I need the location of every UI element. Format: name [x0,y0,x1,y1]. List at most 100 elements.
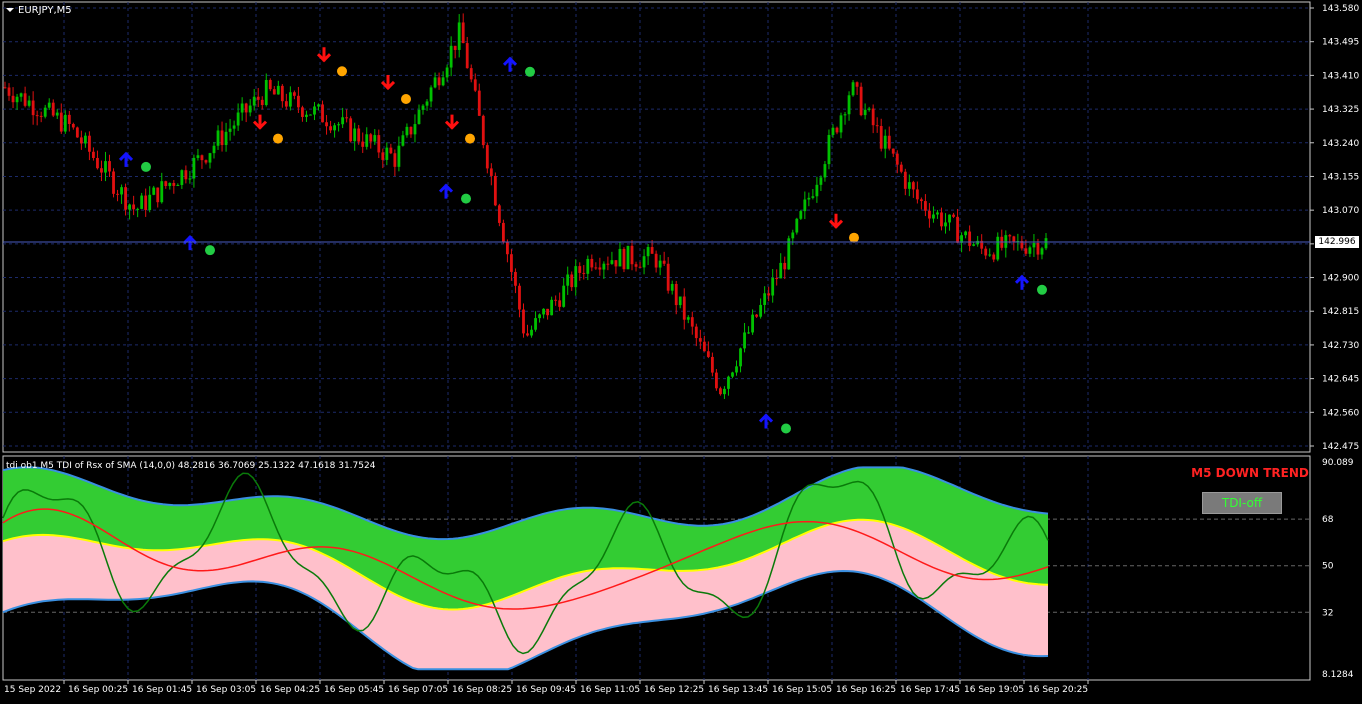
candle-body [417,109,421,125]
candle-body [244,103,248,113]
candle-body [485,145,489,169]
candle-body [554,299,558,301]
indicator-axis-label: 50 [1322,562,1334,572]
time-axis-label: 16 Sep 12:25 [644,685,704,695]
candle-body [763,293,767,305]
candle-body [735,366,738,373]
candle-body [216,130,220,146]
candle-body [180,170,184,185]
candle-body [855,82,859,87]
chart-window[interactable]: 143.580 143.495 143.410 143.325 143.240 143.1… [0,0,1362,700]
candle-body [321,104,324,123]
candle-body [550,299,554,316]
candle-body [445,67,449,78]
time-axis-label: 16 Sep 04:25 [260,685,320,695]
candle-body [3,87,7,89]
candle-body [723,388,726,395]
candle-body [606,263,610,265]
candle-body [297,95,300,108]
price-axis-label: 142.560 [1322,408,1359,418]
candle-body [944,222,947,227]
candle-body [280,85,284,102]
chart-canvas[interactable]: 143.580 143.495 143.410 143.325 143.240 143.1… [0,0,1362,700]
candle-body [353,128,357,142]
candle-body [88,135,91,152]
time-axis-label: 16 Sep 08:25 [452,685,512,695]
candle-body [739,348,742,367]
candle-body [79,137,83,144]
price-axis-label: 143.325 [1322,105,1359,115]
price-axis-label: 143.070 [1322,206,1359,216]
candle-body [755,314,759,317]
candle-body [694,326,698,339]
candle-body [988,254,992,256]
candle-body [823,164,827,178]
candle-body [875,125,879,127]
candle-body [325,122,328,127]
candle-body [469,68,473,80]
candle-body [690,317,694,327]
candle-body [212,145,216,154]
orange-dot-icon [465,133,475,144]
candle-body [369,134,373,142]
price-axis-label: 143.410 [1322,71,1359,81]
candle-body [124,187,127,210]
candle-body [747,332,750,334]
candle-body [751,314,754,333]
candle-body [815,184,819,197]
candle-body [968,231,972,246]
candle-body [948,214,951,223]
price-axis-label: 143.240 [1322,139,1359,149]
time-axis-label: 16 Sep 05:45 [324,685,384,695]
time-axis-label: 15 Sep 2022 [4,685,61,695]
candle-body [377,135,381,153]
time-axis-label: 16 Sep 20:25 [1028,685,1088,695]
candle-body [919,199,923,202]
candle-body [871,108,875,126]
candle-body [610,260,614,264]
candle-body [574,266,578,288]
indicator-axis-label: 8.1284 [1322,670,1354,680]
symbol-label: EURJPY,M5 [18,5,72,16]
candle-body [236,112,240,126]
candle-body [31,100,35,116]
candle-body [771,277,775,296]
candle-body [7,87,11,96]
candle-body [727,376,730,389]
candle-body [791,232,795,239]
candle-body [405,126,409,136]
candle-body [803,199,807,212]
candle-body [847,95,851,115]
candle-body [63,114,67,132]
candle-body [907,182,911,189]
candle-body [172,182,176,186]
candle-body [586,258,590,274]
candle-body [594,267,598,269]
candle-body [220,130,224,146]
candle-body [15,96,19,103]
candle-body [602,263,606,270]
candle-body [389,147,393,154]
candle-body [940,212,943,227]
price-axis-label: 142.815 [1322,307,1359,317]
price-axis-label: 142.730 [1322,341,1359,351]
candle-body [128,204,132,210]
candle-body [240,103,244,113]
orange-dot-icon [273,133,283,144]
candle-body [59,112,63,132]
candle-body [453,45,457,50]
tdi-off-button[interactable]: TDI-off [1202,492,1282,514]
candle-body [200,155,204,161]
candle-body [292,92,296,96]
current-price-tag: 142.996 [1315,236,1359,248]
indicator-title: tdi ob1 M5 TDI of Rsx of SMA (14,0,0) 48… [6,461,376,471]
candle-body [787,238,791,270]
candle-body [104,161,107,173]
candle-body [96,157,99,169]
candle-body [301,107,304,117]
candle-body [132,204,136,210]
time-axis: 15 Sep 2022 16 Sep 00:25 16 Sep 01:45 16 Se… [4,680,1089,695]
candle-body [1032,243,1036,248]
candle-body [501,222,505,243]
candle-body [992,254,996,260]
